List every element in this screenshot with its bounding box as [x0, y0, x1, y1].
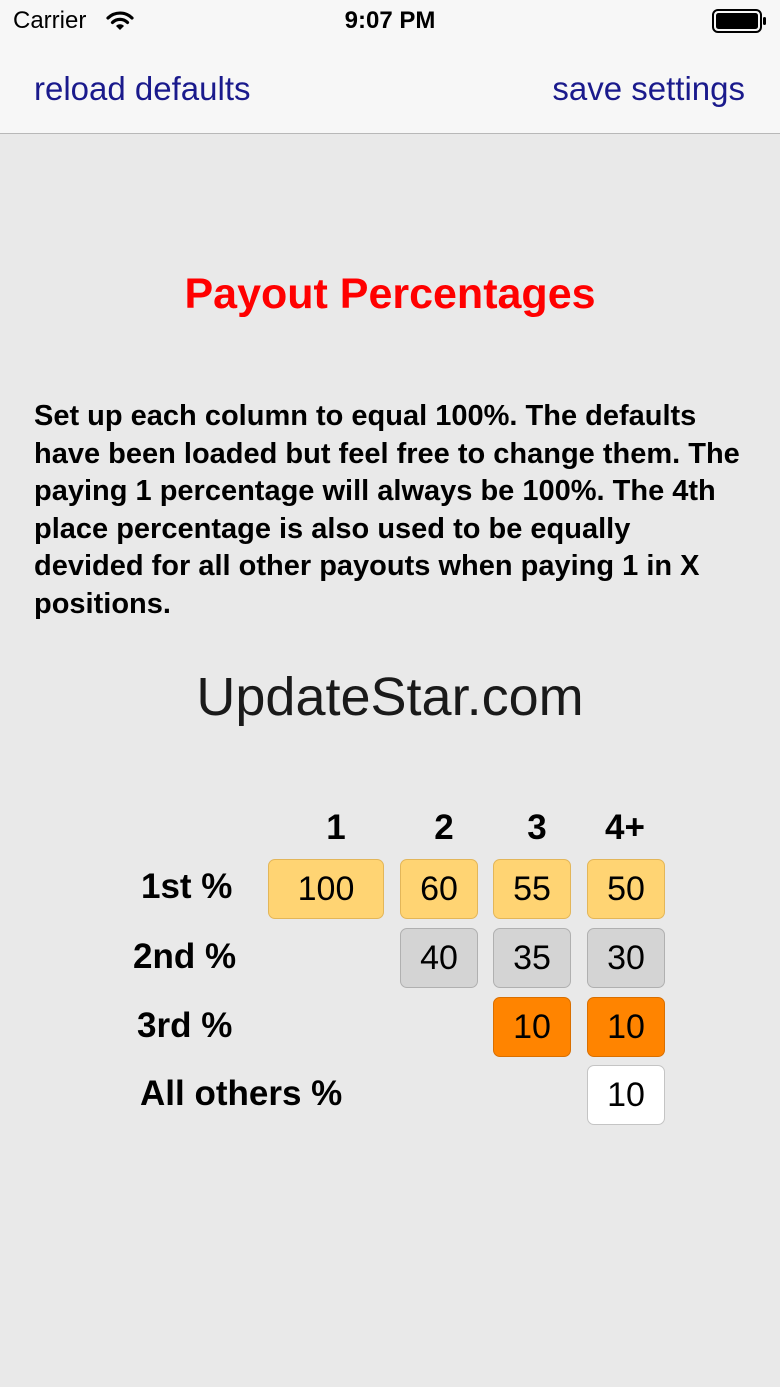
percent-input-1st-col1[interactable]: 100 — [268, 859, 384, 919]
battery-icon — [712, 9, 768, 38]
percent-input-others-col4[interactable]: 10 — [587, 1065, 665, 1125]
page-title: Payout Percentages — [184, 270, 596, 318]
clock-time: 9:07 PM — [344, 7, 436, 34]
percent-input-3rd-col4[interactable]: 10 — [587, 997, 665, 1057]
percent-input-2nd-col2[interactable]: 40 — [400, 928, 478, 988]
column-header-2: 2 — [434, 808, 454, 847]
reload-defaults-button[interactable]: reload defaults — [34, 70, 250, 108]
percent-input-3rd-col3[interactable]: 10 — [493, 997, 571, 1057]
percent-input-1st-col3[interactable]: 55 — [493, 859, 571, 919]
navigation-bar: reload defaults save settings — [0, 42, 780, 134]
watermark: UpdateStar.com — [196, 667, 584, 727]
percent-input-2nd-col3[interactable]: 35 — [493, 928, 571, 988]
row-label-3rd: 3rd % — [137, 1006, 233, 1045]
percent-input-1st-col4[interactable]: 50 — [587, 859, 665, 919]
column-header-1: 1 — [326, 808, 346, 847]
column-header-3: 3 — [527, 808, 547, 847]
instructions-text: Set up each column to equal 100%. The de… — [34, 400, 740, 620]
percent-input-1st-col2[interactable]: 60 — [400, 859, 478, 919]
row-label-all-others: All others % — [140, 1074, 343, 1113]
column-header-4-plus: 4+ — [605, 808, 645, 847]
percent-input-2nd-col4[interactable]: 30 — [587, 928, 665, 988]
row-label-1st: 1st % — [141, 867, 233, 906]
save-settings-button[interactable]: save settings — [552, 70, 745, 108]
row-label-2nd: 2nd % — [133, 937, 237, 976]
status-bar: Carrier 9:07 PM — [0, 0, 780, 42]
